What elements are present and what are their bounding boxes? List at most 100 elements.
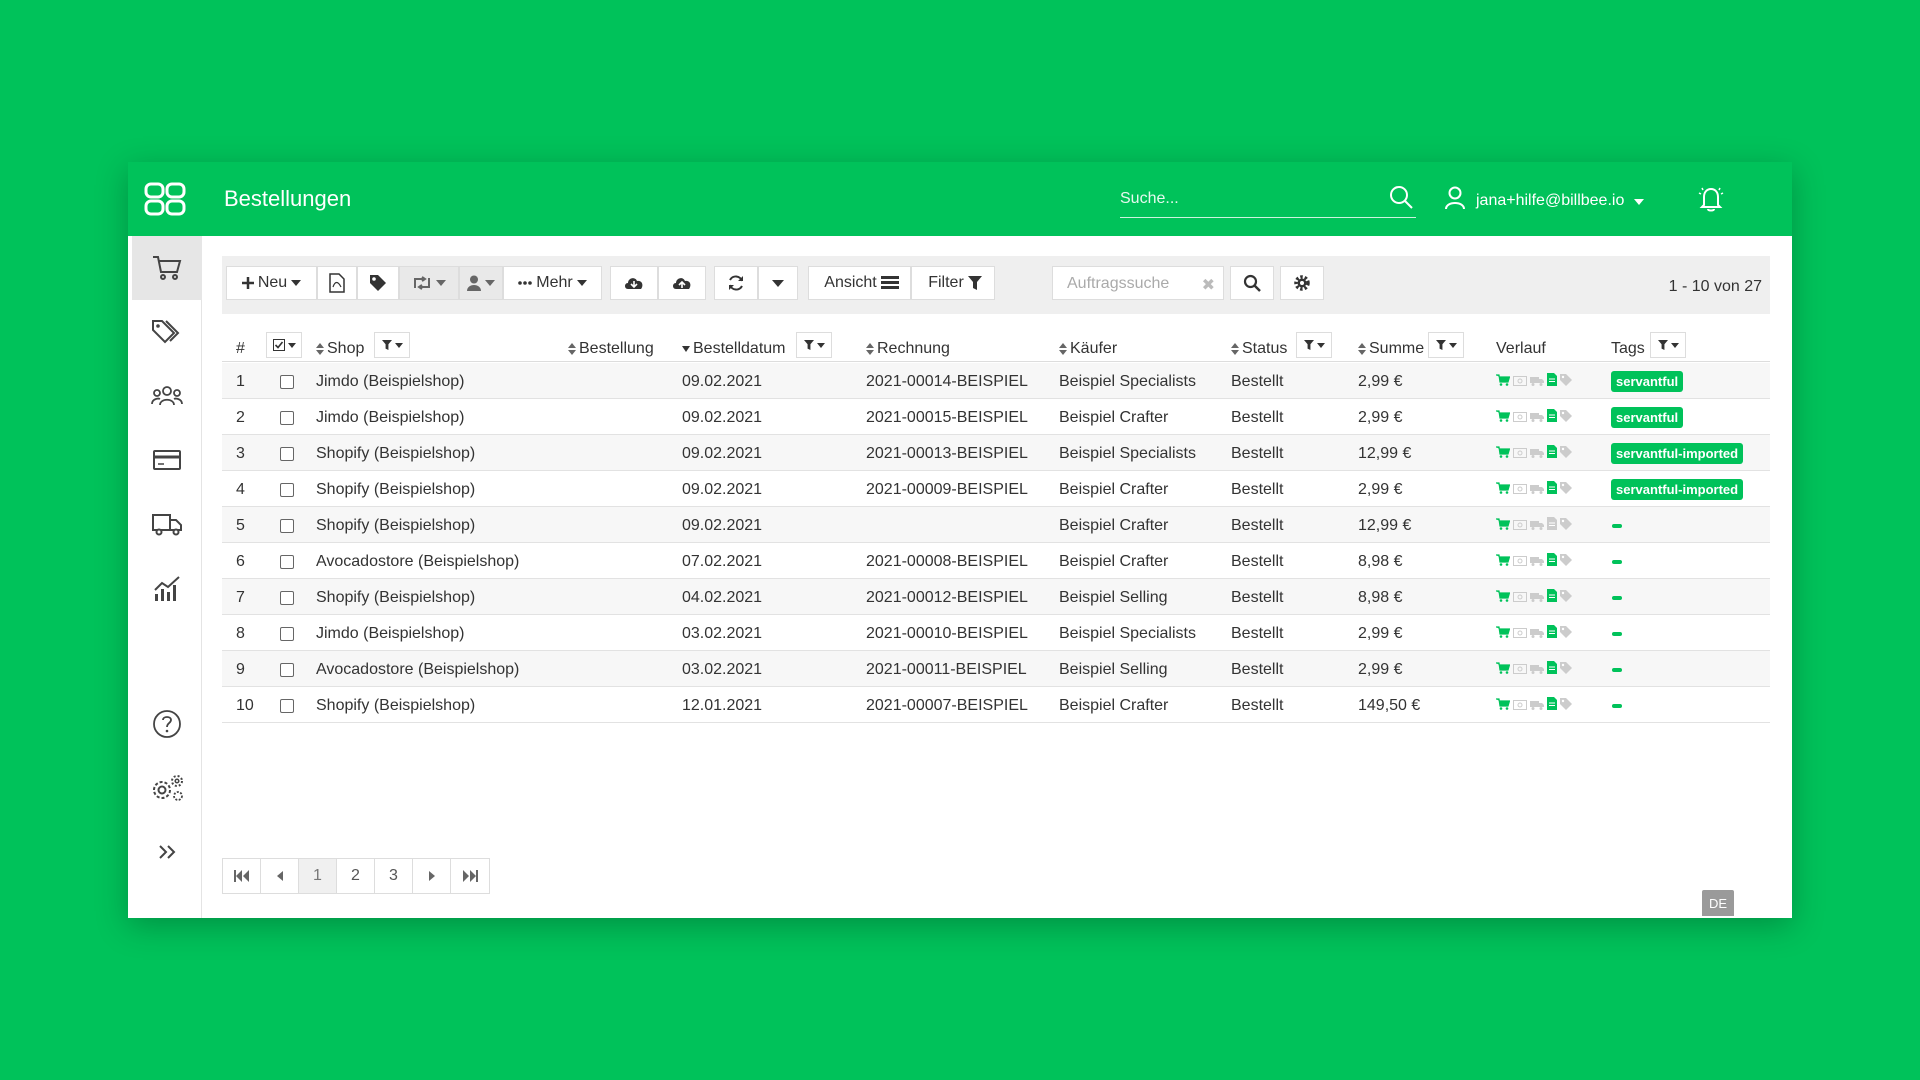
invoice-cell[interactable]: 2021-00012-BEISPIEL [866,589,1028,607]
caret-down-icon [1316,342,1325,348]
invoice-cell[interactable]: 2021-00007-BEISPIEL [866,697,1028,715]
settings-button[interactable] [1280,266,1324,300]
order-search[interactable]: ✖ [1052,266,1224,300]
header-invoice[interactable]: Rechnung [866,340,950,358]
view-button[interactable]: Ansicht [808,266,911,300]
row-checkbox[interactable] [280,627,294,641]
header-status[interactable]: Status [1231,340,1287,358]
date-cell: 09.02.2021 [682,445,763,462]
row-checkbox[interactable] [280,447,294,461]
row-checkbox[interactable] [280,519,294,533]
filter-button[interactable]: Filter [911,266,995,300]
global-search[interactable] [1120,182,1416,218]
invoice-cell[interactable]: 2021-00011-BEISPIEL [866,661,1027,679]
invoice-cell[interactable]: 2021-00013-BEISPIEL [866,445,1028,463]
row-checkbox[interactable] [280,375,294,389]
language-switch[interactable]: DE [1702,890,1734,916]
order-tag[interactable]: servantful [1611,371,1684,392]
table-row[interactable]: 2 Jimdo (Beispielshop) 09.02.2021 2021-0001… [222,399,1770,435]
table-row[interactable]: 6 Avocadostore (Beispielshop) 07.02.2021 20… [222,543,1770,579]
billbee-logo[interactable] [128,162,202,236]
header-num: # [236,340,245,357]
row-checkbox[interactable] [280,663,294,677]
table-row[interactable]: 5 Shopify (Beispielshop) 09.02.2021 Beispie… [222,507,1770,543]
order-search-input[interactable] [1067,275,1197,293]
clear-icon[interactable]: ✖ [1202,275,1215,295]
customers-icon[interactable] [132,364,202,428]
new-button[interactable]: Neu [226,266,317,300]
first-page-button[interactable] [223,859,261,893]
shipping-icon[interactable] [132,492,202,556]
buyer-cell: Beispiel Specialists [1059,373,1196,390]
order-tag[interactable]: servantful [1611,407,1684,428]
statistics-icon[interactable] [132,556,202,620]
search-button[interactable] [1230,266,1274,300]
table-row[interactable]: 3 Shopify (Beispielshop) 09.02.2021 2021-00… [222,435,1770,471]
list-icon [880,276,899,289]
cloud-download-button[interactable] [610,266,658,300]
order-tag[interactable]: servantful-imported [1611,443,1744,464]
user-menu[interactable]: jana+hilfe@billbee.io [1444,186,1645,215]
truck-icon [1530,589,1544,607]
header-sum[interactable]: Summe [1358,340,1424,358]
prev-page-button[interactable] [261,859,299,893]
cart-icon[interactable] [132,236,202,300]
page-1-button[interactable]: 1 [299,859,337,893]
row-checkbox[interactable] [280,483,294,497]
table-row[interactable]: 10 Shopify (Beispielshop) 12.01.2021 2021-0… [222,687,1770,723]
invoice-cell[interactable]: 2021-00014-BEISPIEL [866,373,1028,391]
pdf-button[interactable] [317,266,357,300]
status-cell: Bestellt [1231,553,1284,570]
header-order[interactable]: Bestellung [568,340,654,358]
row-checkbox[interactable] [280,555,294,569]
tags-icon[interactable] [132,300,202,364]
header-buyer[interactable]: Käufer [1059,340,1117,358]
select-all-button[interactable] [266,332,302,358]
help-icon[interactable] [132,692,202,756]
status-change-button[interactable] [399,266,459,300]
invoice-cell[interactable]: 2021-00010-BEISPIEL [866,625,1028,643]
row-checkbox[interactable] [280,591,294,605]
payments-icon[interactable] [132,428,202,492]
table-row[interactable]: 8 Jimdo (Beispielshop) 03.02.2021 2021-0001… [222,615,1770,651]
cart-icon [1496,697,1511,715]
status-cell: Bestellt [1231,409,1284,426]
next-page-button[interactable] [413,859,451,893]
filter-shop-button[interactable] [374,332,410,358]
page-3-button[interactable]: 3 [375,859,413,893]
history-icons [1496,661,1572,679]
filter-sum-button[interactable] [1428,332,1464,358]
header-shop[interactable]: Shop [316,340,364,358]
refresh-options-button[interactable] [758,266,798,300]
order-tag[interactable]: servantful-imported [1611,479,1744,500]
more-button[interactable]: Mehr [503,266,602,300]
cloud-upload-button[interactable] [658,266,706,300]
filter-tags-button[interactable] [1650,332,1686,358]
retweet-icon [414,276,430,290]
invoice-cell[interactable]: 2021-00015-BEISPIEL [866,409,1028,427]
empty-tag-marker [1612,632,1622,636]
header-date[interactable]: Bestelldatum [682,340,786,358]
search-icon[interactable] [1388,184,1414,215]
table-row[interactable]: 1 Jimdo (Beispielshop) 09.02.2021 2021-0001… [222,363,1770,399]
row-checkbox[interactable] [280,411,294,425]
payment-icon [1513,697,1527,715]
table-row[interactable]: 9 Avocadostore (Beispielshop) 03.02.2021 20… [222,651,1770,687]
page-2-button[interactable]: 2 [337,859,375,893]
sum-cell: 8,98 € [1358,589,1403,606]
refresh-button[interactable] [714,266,758,300]
assign-user-button[interactable] [459,266,503,300]
expand-icon[interactable] [132,820,202,884]
table-row[interactable]: 4 Shopify (Beispielshop) 09.02.2021 2021-00… [222,471,1770,507]
filter-status-button[interactable] [1296,332,1332,358]
tag-button[interactable] [357,266,399,300]
invoice-cell[interactable]: 2021-00008-BEISPIEL [866,553,1028,571]
notification-bell-icon[interactable] [1696,184,1726,219]
filter-date-button[interactable] [796,332,832,358]
invoice-cell[interactable]: 2021-00009-BEISPIEL [866,481,1028,499]
row-checkbox[interactable] [280,699,294,713]
search-input[interactable] [1120,190,1370,208]
table-row[interactable]: 7 Shopify (Beispielshop) 04.02.2021 2021-00… [222,579,1770,615]
last-page-button[interactable] [451,859,489,893]
settings-icon[interactable] [132,756,202,820]
